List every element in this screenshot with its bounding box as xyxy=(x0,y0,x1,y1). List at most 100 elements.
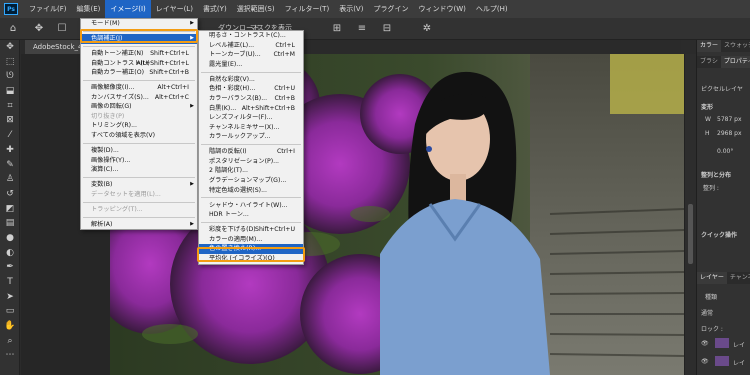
frame-tool-icon[interactable]: ⊠ xyxy=(0,113,20,128)
menu-item[interactable]: 白黒(K)... Alt+Shift+Ctrl+B xyxy=(199,104,303,114)
eyedropper-tool-icon[interactable]: ⁄ xyxy=(0,128,20,143)
history-brush-tool-icon[interactable]: ↺ xyxy=(0,187,20,202)
scroll-thumb[interactable] xyxy=(688,204,693,264)
move-tool-icon[interactable]: ✥ xyxy=(32,22,46,36)
menu-item[interactable]: すべての領域を表示(V) xyxy=(81,131,197,141)
menu-8[interactable]: プラグイン xyxy=(368,0,413,18)
menu-item[interactable]: 自動トーン補正(N) Shift+Ctrl+L xyxy=(81,49,197,59)
menu-item[interactable]: カラーバランス(B)... Ctrl+B xyxy=(199,94,303,104)
shape-tool-icon[interactable]: ▭ xyxy=(0,304,20,319)
menu-item[interactable]: カラーの適用(M)... xyxy=(199,235,303,245)
menu-item[interactable]: 画像解像度(I)... Alt+Ctrl+I xyxy=(81,83,197,93)
menu-item[interactable]: カラールックアップ... xyxy=(199,132,303,142)
menu-item[interactable]: シャドウ・ハイライト(W)... xyxy=(199,201,303,211)
menu-item[interactable]: 複製(D)... xyxy=(81,146,197,156)
height-value[interactable]: 2968 px xyxy=(717,130,742,137)
angle-value[interactable]: 0.00° xyxy=(717,148,733,155)
eraser-tool-icon[interactable]: ◩ xyxy=(0,202,20,217)
menu-item[interactable]: 階調の反転(I) Ctrl+I xyxy=(199,147,303,157)
layer-name-1[interactable]: レイ xyxy=(733,340,745,349)
menu-item-shortcut: Shift+Ctrl+L xyxy=(150,49,189,57)
menu-1[interactable]: 編集(E) xyxy=(72,0,106,18)
menu-4[interactable]: 書式(Y) xyxy=(198,0,232,18)
menu-item[interactable]: ポスタリゼーション(P)... xyxy=(199,157,303,167)
move-tool-icon[interactable]: ✥ xyxy=(0,40,20,55)
vertical-scrollbar[interactable] xyxy=(684,54,696,375)
menu-item[interactable]: 自動コントラスト(U) Alt+Shift+Ctrl+L xyxy=(81,59,197,69)
menu-0[interactable]: ファイル(F) xyxy=(24,0,72,18)
lasso-tool-icon[interactable]: ᘎ xyxy=(0,69,20,84)
eye-icon[interactable]: 👁 xyxy=(701,358,709,365)
menu-item[interactable]: 演算(C)... xyxy=(81,165,197,175)
menu-item[interactable]: 画像操作(Y)... xyxy=(81,156,197,166)
brush-tool-icon[interactable]: ✎ xyxy=(0,158,20,173)
menu-item[interactable]: トリミング(R)... xyxy=(81,121,197,131)
menu-item[interactable]: 色相・彩度(H)... Ctrl+U xyxy=(199,84,303,94)
menu-item[interactable]: 画像の回転(G) ▶ xyxy=(81,102,197,112)
menu-item[interactable]: レンズフィルター(F)... xyxy=(199,113,303,123)
blur-tool-icon[interactable]: ● xyxy=(0,231,20,246)
menu-item[interactable]: 明るさ・コントラスト(C)... xyxy=(199,31,303,41)
blend-mode-select[interactable]: 通常 xyxy=(701,308,713,317)
gear-icon[interactable]: ✲ xyxy=(420,22,434,36)
menu-item[interactable]: 解析(A) ▶ xyxy=(81,220,197,230)
menu-item-label: HDR トーン... xyxy=(209,211,249,219)
menu-item[interactable]: 自然な彩度(V)... xyxy=(199,75,303,85)
marquee-tool-icon[interactable]: ⬚ xyxy=(0,55,20,70)
tab-color[interactable]: カラー xyxy=(697,40,722,52)
menu-item[interactable]: 自動カラー補正(O) Shift+Ctrl+B xyxy=(81,68,197,78)
menu-7[interactable]: 表示(V) xyxy=(334,0,368,18)
object-select-tool-icon[interactable]: ⬓ xyxy=(0,84,20,99)
menu-item: トラッピング(T)... xyxy=(81,205,197,215)
adjustments-submenu: 明るさ・コントラスト(C)... レベル補正(L)... Ctrl+L トーンカーブ(… xyxy=(198,30,304,265)
menu-5[interactable]: 選択範囲(S) xyxy=(232,0,280,18)
dodge-tool-icon[interactable]: ◐ xyxy=(0,246,20,261)
menu-item-label: 特定色域の選択(S)... xyxy=(209,186,267,194)
menu-item[interactable]: HDR トーン... xyxy=(199,210,303,220)
home-icon[interactable]: ⌂ xyxy=(6,22,20,36)
layer-filter-kind[interactable]: 種類 xyxy=(705,292,717,301)
hand-tool-icon[interactable]: ✋ xyxy=(0,319,20,334)
menu-10[interactable]: ヘルプ(H) xyxy=(471,0,513,18)
menu-item-label: トーンカーブ(U)... xyxy=(209,51,261,59)
auto-select-checkbox[interactable]: ☐ xyxy=(55,22,69,36)
layer-name-2[interactable]: レイ xyxy=(733,358,745,367)
menu-item-label: 彩度を下げる(D) xyxy=(209,226,256,234)
menu-item[interactable]: チャンネルミキサー(X)... xyxy=(199,123,303,133)
type-tool-icon[interactable]: T xyxy=(0,275,20,290)
menu-item[interactable]: モード(M) ▶ xyxy=(81,19,197,29)
menu-2[interactable]: イメージ(I) xyxy=(105,0,151,18)
menu-9[interactable]: ウィンドウ(W) xyxy=(413,0,470,18)
pen-tool-icon[interactable]: ✒ xyxy=(0,260,20,275)
crop-tool-icon[interactable]: ⌗ xyxy=(0,99,20,114)
tab-brush[interactable]: ブラシ xyxy=(697,56,721,68)
menu-item[interactable]: 特定色域の選択(S)... xyxy=(199,186,303,196)
menu-item[interactable]: 彩度を下げる(D) Shift+Ctrl+U xyxy=(199,225,303,235)
tab-swatches[interactable]: スウォッチ xyxy=(721,40,750,52)
stamp-tool-icon[interactable]: ♙ xyxy=(0,172,20,187)
width-value[interactable]: 5787 px xyxy=(717,116,742,123)
menu-item[interactable]: レベル補正(L)... Ctrl+L xyxy=(199,41,303,51)
submenu-arrow-icon: ▶ xyxy=(190,103,194,110)
tab-channels[interactable]: チャンネル xyxy=(727,272,750,284)
menu-item[interactable]: カンバスサイズ(S)... Alt+Ctrl+C xyxy=(81,93,197,103)
menu-3[interactable]: レイヤー(L) xyxy=(151,0,198,18)
menu-item-label: カラーの適用(M)... xyxy=(209,235,263,243)
distribute-icon[interactable]: ≡ xyxy=(355,22,369,36)
menu-item[interactable]: 変数(B) ▶ xyxy=(81,180,197,190)
menu-item[interactable]: トーンカーブ(U)... Ctrl+M xyxy=(199,50,303,60)
eye-icon[interactable]: 👁 xyxy=(701,340,709,347)
menu-6[interactable]: フィルター(T) xyxy=(280,0,335,18)
more-tools-icon[interactable]: ⋯ xyxy=(0,348,20,363)
gradient-tool-icon[interactable]: ▤ xyxy=(0,216,20,231)
zoom-tool-icon[interactable]: ⌕ xyxy=(0,334,20,349)
menu-item[interactable]: 2 階調化(T)... xyxy=(199,166,303,176)
menu-item[interactable]: グラデーションマップ(G)... xyxy=(199,176,303,186)
healing-brush-tool-icon[interactable]: ✚ xyxy=(0,143,20,158)
path-select-tool-icon[interactable]: ➤ xyxy=(0,290,20,305)
tab-properties[interactable]: プロパティ xyxy=(720,56,750,68)
tab-layers[interactable]: レイヤー xyxy=(697,272,727,284)
arrange-icon[interactable]: ⊟ xyxy=(380,22,394,36)
menu-item[interactable]: 露光量(E)... xyxy=(199,60,303,70)
align-icon[interactable]: ⊞ xyxy=(330,22,344,36)
